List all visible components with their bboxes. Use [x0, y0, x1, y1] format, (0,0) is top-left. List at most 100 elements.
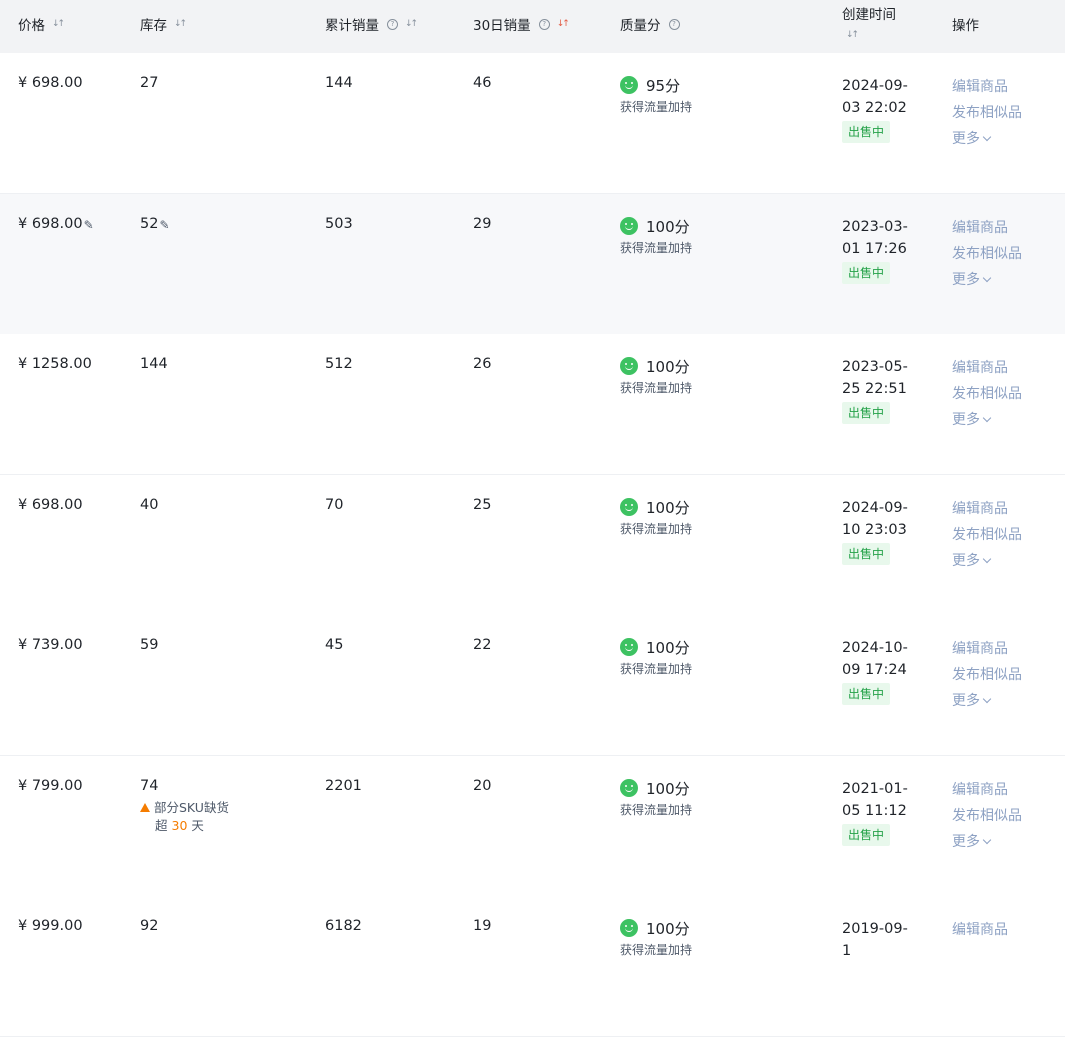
quality-cell: 100分 获得流量加持: [620, 497, 693, 536]
ops-cell: 编辑商品 发布相似品 更多: [952, 215, 1022, 293]
more-dropdown[interactable]: 更多: [952, 829, 1022, 855]
stock-cell: 27: [140, 75, 159, 91]
sort-icon[interactable]: ↓↑: [52, 19, 65, 29]
total-sales-cell: 6182: [325, 918, 362, 934]
table-row: ¥ 698.00 40 70 25 100分 获得流量加持 2024-09-10 23:03…: [0, 474, 1065, 616]
created-cell: 2023-05-25 22:51 出售中: [842, 356, 914, 424]
status-badge: 出售中: [842, 542, 891, 565]
total-sales-cell: 512: [325, 356, 353, 372]
edit-product-link[interactable]: 编辑商品: [952, 215, 1022, 241]
price-cell: ¥ 698.00✎: [18, 215, 94, 232]
stock-cell: 92: [140, 918, 159, 934]
price-cell: ¥ 1258.00: [18, 356, 92, 372]
column-total-sales[interactable]: 累计销量? ↓↑: [325, 14, 418, 34]
chevron-down-icon: [982, 413, 992, 423]
smile-icon: [620, 357, 638, 375]
price-cell: ¥ 799.00: [18, 777, 83, 794]
stock-cell: 59: [140, 637, 159, 653]
edit-product-link[interactable]: 编辑商品: [952, 917, 1008, 943]
sort-icon[interactable]: ↓↑: [846, 30, 859, 40]
edit-product-link[interactable]: 编辑商品: [952, 496, 1022, 522]
chevron-down-icon: [982, 554, 992, 563]
created-cell: 2019-09-1: [842, 921, 908, 959]
edit-pencil-icon[interactable]: ✎: [84, 218, 94, 232]
stock-cell: 74 部分SKU缺货超 30 天: [140, 777, 229, 833]
help-icon[interactable]: ?: [387, 18, 398, 30]
stock-warning: 部分SKU缺货: [140, 799, 229, 817]
help-icon[interactable]: ?: [538, 18, 550, 30]
sales-30d-cell: 19: [473, 918, 492, 934]
ops-cell: 编辑商品 发布相似品 更多: [952, 636, 1022, 714]
publish-similar-link[interactable]: 发布相似品: [952, 522, 1022, 548]
ops-cell: 编辑商品 发布相似品 更多: [952, 355, 1022, 433]
ops-cell: 编辑商品 发布相似品 更多: [952, 496, 1022, 574]
more-dropdown[interactable]: 更多: [952, 267, 1022, 293]
help-icon[interactable]: ?: [668, 18, 680, 30]
price-cell: ¥ 698.00: [18, 75, 83, 91]
more-dropdown[interactable]: 更多: [952, 548, 1022, 574]
stock-warning-days: 超 30 天: [155, 817, 204, 833]
created-cell: 2024-09-03 22:02 出售中: [842, 75, 914, 143]
sales-30d-cell: 22: [473, 637, 492, 653]
publish-similar-link[interactable]: 发布相似品: [952, 381, 1022, 407]
created-cell: 2023-03-01 17:26 出售中: [842, 216, 914, 284]
table-row: ¥ 799.00 74 部分SKU缺货超 30 天 2201 20 100分 获得流量加持 2…: [0, 755, 1065, 897]
sort-icon[interactable]: ↓↑: [405, 19, 418, 29]
table-header: 价格 ↓↑ 库存 ↓↑ 累计销量? ↓↑ 30日销量? ↓↑ 质量分? 创建时间 ↓↑ …: [0, 0, 1065, 53]
total-sales-cell: 503: [325, 215, 353, 232]
table-row: ¥ 698.00✎ 52✎ 503 29 100分 获得流量加持 2023-03-01 17…: [0, 193, 1065, 335]
chevron-down-icon: [982, 694, 992, 704]
sales-30d-cell: 20: [473, 777, 492, 794]
column-created[interactable]: 创建时间 ↓↑: [842, 6, 914, 44]
table-row: ¥ 999.00 92 6182 19 100分 获得流量加持 2019-09-1 编辑商品: [0, 896, 1065, 1037]
column-sales-30d[interactable]: 30日销量? ↓↑: [473, 14, 570, 34]
edit-product-link[interactable]: 编辑商品: [952, 74, 1022, 100]
smile-icon: [620, 76, 638, 94]
more-dropdown[interactable]: 更多: [952, 407, 1022, 433]
price-cell: ¥ 698.00: [18, 496, 83, 513]
smile-icon: [620, 919, 638, 937]
table-row: ¥ 739.00 59 45 22 100分 获得流量加持 2024-10-09 17:24…: [0, 615, 1065, 756]
publish-similar-link[interactable]: 发布相似品: [952, 100, 1022, 126]
status-badge: 出售中: [842, 121, 891, 143]
edit-product-link[interactable]: 编辑商品: [952, 355, 1022, 381]
sales-30d-cell: 26: [473, 356, 492, 372]
smile-icon: [620, 778, 638, 797]
chevron-down-icon: [982, 273, 992, 282]
status-badge: 出售中: [842, 823, 891, 846]
edit-product-link[interactable]: 编辑商品: [952, 636, 1022, 662]
status-badge: 出售中: [842, 261, 891, 284]
warning-icon: [140, 802, 150, 812]
more-dropdown[interactable]: 更多: [952, 688, 1022, 714]
total-sales-cell: 70: [325, 496, 344, 513]
edit-product-link[interactable]: 编辑商品: [952, 777, 1022, 803]
chevron-down-icon: [982, 132, 992, 142]
quality-cell: 100分 获得流量加持: [620, 778, 693, 817]
ops-cell: 编辑商品 发布相似品 更多: [952, 74, 1022, 152]
total-sales-cell: 2201: [325, 777, 362, 794]
quality-cell: 95分 获得流量加持: [620, 76, 693, 114]
edit-pencil-icon[interactable]: ✎: [159, 218, 169, 232]
stock-cell: 40: [140, 496, 159, 513]
table-row: ¥ 698.00 27 144 46 95分 获得流量加持 2024-09-03 22:02…: [0, 53, 1065, 194]
sales-30d-cell: 29: [473, 215, 492, 232]
status-badge: 出售中: [842, 683, 891, 705]
column-stock[interactable]: 库存 ↓↑: [140, 14, 187, 34]
quality-cell: 100分 获得流量加持: [620, 919, 693, 957]
sales-30d-cell: 25: [473, 496, 492, 513]
created-cell: 2024-09-10 23:03 出售中: [842, 497, 914, 565]
column-price[interactable]: 价格 ↓↑: [18, 14, 65, 34]
total-sales-cell: 45: [325, 637, 344, 653]
publish-similar-link[interactable]: 发布相似品: [952, 662, 1022, 688]
sort-icon[interactable]: ↓↑: [174, 19, 187, 29]
quality-cell: 100分 获得流量加持: [620, 638, 693, 676]
stock-cell: 144: [140, 356, 168, 372]
publish-similar-link[interactable]: 发布相似品: [952, 241, 1022, 267]
more-dropdown[interactable]: 更多: [952, 126, 1022, 152]
publish-similar-link[interactable]: 发布相似品: [952, 803, 1022, 829]
quality-cell: 100分 获得流量加持: [620, 216, 693, 255]
sort-icon[interactable]: ↓↑: [557, 19, 570, 29]
smile-icon: [620, 497, 638, 516]
price-cell: ¥ 739.00: [18, 637, 83, 653]
sales-30d-cell: 46: [473, 75, 492, 91]
